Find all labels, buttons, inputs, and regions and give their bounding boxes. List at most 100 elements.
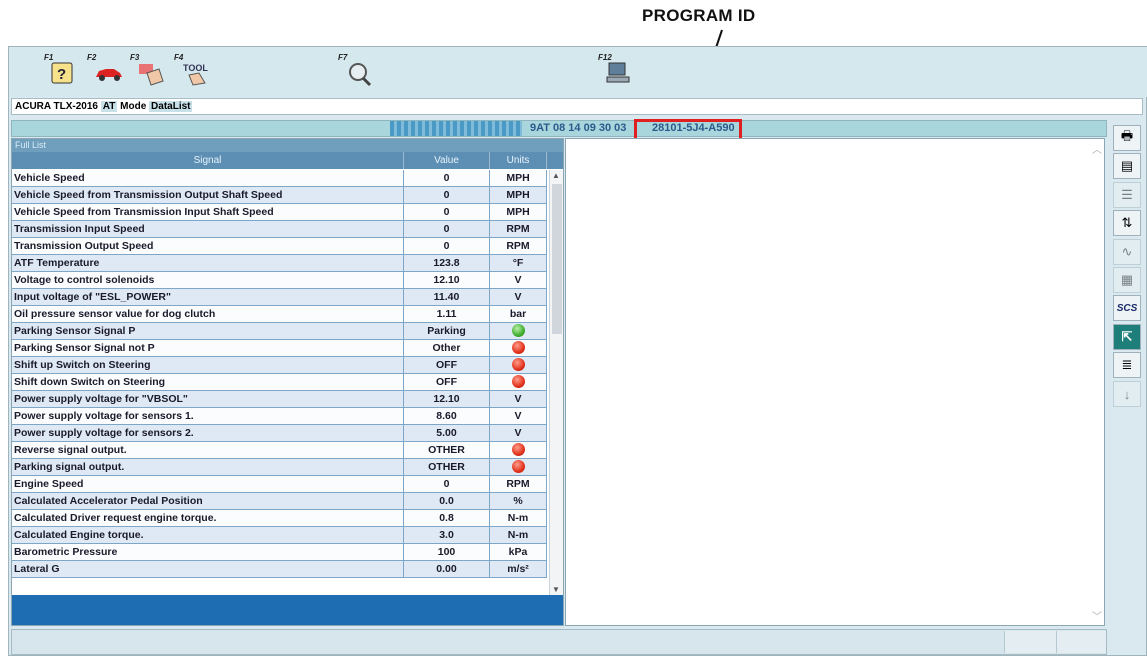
table-row[interactable]: Reverse signal output. OTHER bbox=[12, 442, 547, 459]
sort-icon: ⇅ bbox=[1121, 215, 1133, 230]
signal-indicator bbox=[490, 323, 547, 339]
table-row[interactable]: Vehicle Speed 0 MPH bbox=[12, 170, 547, 187]
signal-value: 3.0 bbox=[404, 527, 490, 543]
graph-scroll-down-icon[interactable]: ﹀ bbox=[1092, 608, 1102, 623]
diagnostic-app-window: F1 ? F2 F3 F4 TOOL F7 F12 ACURA TLX-2016… bbox=[8, 46, 1147, 656]
f3-select-button[interactable]: F3 bbox=[127, 51, 169, 91]
snapshot-button[interactable]: ▦ bbox=[1113, 267, 1141, 293]
table-row[interactable]: Lateral G 0.00 m/s² bbox=[12, 561, 547, 578]
f12-pc-button[interactable]: F12 bbox=[595, 51, 637, 91]
printer-icon: 🖶 bbox=[1120, 128, 1134, 143]
list-header: Signal Value Units bbox=[12, 152, 563, 169]
magnifier-icon bbox=[349, 63, 372, 87]
signal-indicator bbox=[490, 374, 547, 390]
f2-vehicle-button[interactable]: F2 bbox=[84, 51, 126, 91]
graph-scroll-up-icon[interactable]: ︿ bbox=[1092, 141, 1102, 156]
svg-text:?: ? bbox=[57, 66, 66, 83]
signal-indicator bbox=[490, 459, 547, 475]
list-scrollbar[interactable]: ▲ ▼ bbox=[549, 170, 563, 595]
red-indicator-icon bbox=[511, 375, 525, 388]
signal-value: OTHER bbox=[404, 459, 490, 475]
signal-rows: Vehicle Speed 0 MPH Vehicle Speed from Tran… bbox=[12, 170, 547, 578]
vin-redacted bbox=[390, 121, 522, 136]
signal-name: Lateral G bbox=[12, 561, 404, 577]
list-view-button[interactable]: ☰ bbox=[1113, 182, 1141, 208]
mode-bar: ACURA TLX-2016 AT Mode DataList bbox=[11, 98, 1143, 115]
signal-name: Voltage to control solenoids bbox=[12, 272, 404, 288]
header-signal[interactable]: Signal bbox=[12, 152, 404, 169]
data-list-panel: Full List Signal Value Units Vehicle Spe… bbox=[11, 138, 564, 626]
signal-value: OFF bbox=[404, 357, 490, 373]
signal-name: Calculated Accelerator Pedal Position bbox=[12, 493, 404, 509]
signal-unit: m/s² bbox=[490, 561, 547, 577]
table-row[interactable]: Power supply voltage for "VBSOL" 12.10 V bbox=[12, 391, 547, 408]
scroll-up-icon[interactable]: ▲ bbox=[552, 171, 560, 180]
signal-name: Transmission Input Speed bbox=[12, 221, 404, 237]
table-row[interactable]: Calculated Engine torque. 3.0 N-m bbox=[12, 527, 547, 544]
signal-value: OTHER bbox=[404, 442, 490, 458]
download-icon: ↓ bbox=[1123, 386, 1131, 402]
table-row[interactable]: Shift up Switch on Steering OFF bbox=[12, 357, 547, 374]
f7-inspect-button[interactable]: F7 bbox=[335, 51, 377, 91]
table-row[interactable]: Calculated Accelerator Pedal Position 0.0… bbox=[12, 493, 547, 510]
signal-unit: V bbox=[490, 408, 547, 424]
table-row[interactable]: Parking Sensor Signal P Parking bbox=[12, 323, 547, 340]
signal-indicator bbox=[490, 442, 547, 458]
signal-value: 0 bbox=[404, 204, 490, 220]
signal-value: 0.0 bbox=[404, 493, 490, 509]
graph-view-button[interactable]: ∿ bbox=[1113, 239, 1141, 265]
signal-value: 0 bbox=[404, 187, 490, 203]
signal-value: Other bbox=[404, 340, 490, 356]
signal-value: 123.8 bbox=[404, 255, 490, 271]
settings-list-button[interactable]: ≣ bbox=[1113, 352, 1141, 378]
signal-unit: °F bbox=[490, 255, 547, 271]
exit-button[interactable]: ⇱ bbox=[1113, 324, 1141, 350]
table-row[interactable]: Shift down Switch on Steering OFF bbox=[12, 374, 547, 391]
table-row[interactable]: Input voltage of "ESL_POWER" 11.40 V bbox=[12, 289, 547, 306]
status-bar bbox=[11, 629, 1107, 655]
list-title: Full List bbox=[12, 139, 563, 152]
scroll-down-icon[interactable]: ▼ bbox=[552, 585, 560, 594]
signal-unit: MPH bbox=[490, 187, 547, 203]
f4-tool-button[interactable]: F4 TOOL bbox=[171, 51, 213, 91]
select-signals-button[interactable]: ▤ bbox=[1113, 153, 1141, 179]
table-row[interactable]: Oil pressure sensor value for dog clutch… bbox=[12, 306, 547, 323]
table-row[interactable]: Parking signal output. OTHER bbox=[12, 459, 547, 476]
table-row[interactable]: Vehicle Speed from Transmission Output S… bbox=[12, 187, 547, 204]
signal-unit: kPa bbox=[490, 544, 547, 560]
scs-button[interactable]: SCS bbox=[1113, 295, 1141, 321]
table-row[interactable]: Engine Speed 0 RPM bbox=[12, 476, 547, 493]
table-row[interactable]: Vehicle Speed from Transmission Input Sh… bbox=[12, 204, 547, 221]
red-indicator-icon bbox=[511, 341, 525, 354]
sort-button[interactable]: ⇅ bbox=[1113, 210, 1141, 236]
signal-unit: N-m bbox=[490, 510, 547, 526]
signal-name: Calculated Engine torque. bbox=[12, 527, 404, 543]
header-value[interactable]: Value bbox=[404, 152, 490, 169]
table-row[interactable]: Power supply voltage for sensors 1. 8.60 V bbox=[12, 408, 547, 425]
signal-name: Barometric Pressure bbox=[12, 544, 404, 560]
table-row[interactable]: Parking Sensor Signal not P Other bbox=[12, 340, 547, 357]
settings-list-icon: ≣ bbox=[1121, 357, 1133, 372]
snapshot-icon: ▦ bbox=[1120, 272, 1134, 287]
scs-icon: SCS bbox=[1116, 302, 1138, 314]
signal-name: Shift down Switch on Steering bbox=[12, 374, 404, 390]
signal-unit: RPM bbox=[490, 221, 547, 237]
signal-indicator bbox=[490, 357, 547, 373]
table-row[interactable]: Calculated Driver request engine torque.… bbox=[12, 510, 547, 527]
graph-panel: ︿ ﹀ bbox=[565, 138, 1105, 626]
table-row[interactable]: Barometric Pressure 100 kPa bbox=[12, 544, 547, 561]
scroll-thumb[interactable] bbox=[552, 184, 562, 334]
table-row[interactable]: Transmission Output Speed 0 RPM bbox=[12, 238, 547, 255]
header-units[interactable]: Units bbox=[490, 152, 547, 169]
signal-name: Vehicle Speed from Transmission Input Sh… bbox=[12, 204, 404, 220]
f1-help-button[interactable]: F1 ? bbox=[41, 51, 83, 91]
signal-value: Parking bbox=[404, 323, 490, 339]
table-row[interactable]: ATF Temperature 123.8 °F bbox=[12, 255, 547, 272]
table-row[interactable]: Voltage to control solenoids 12.10 V bbox=[12, 272, 547, 289]
printer-button[interactable]: 🖶 bbox=[1113, 125, 1141, 151]
table-row[interactable]: Transmission Input Speed 0 RPM bbox=[12, 221, 547, 238]
signal-name: Calculated Driver request engine torque. bbox=[12, 510, 404, 526]
download-button[interactable]: ↓ bbox=[1113, 381, 1141, 407]
table-row[interactable]: Power supply voltage for sensors 2. 5.00 V bbox=[12, 425, 547, 442]
signal-unit: RPM bbox=[490, 476, 547, 492]
